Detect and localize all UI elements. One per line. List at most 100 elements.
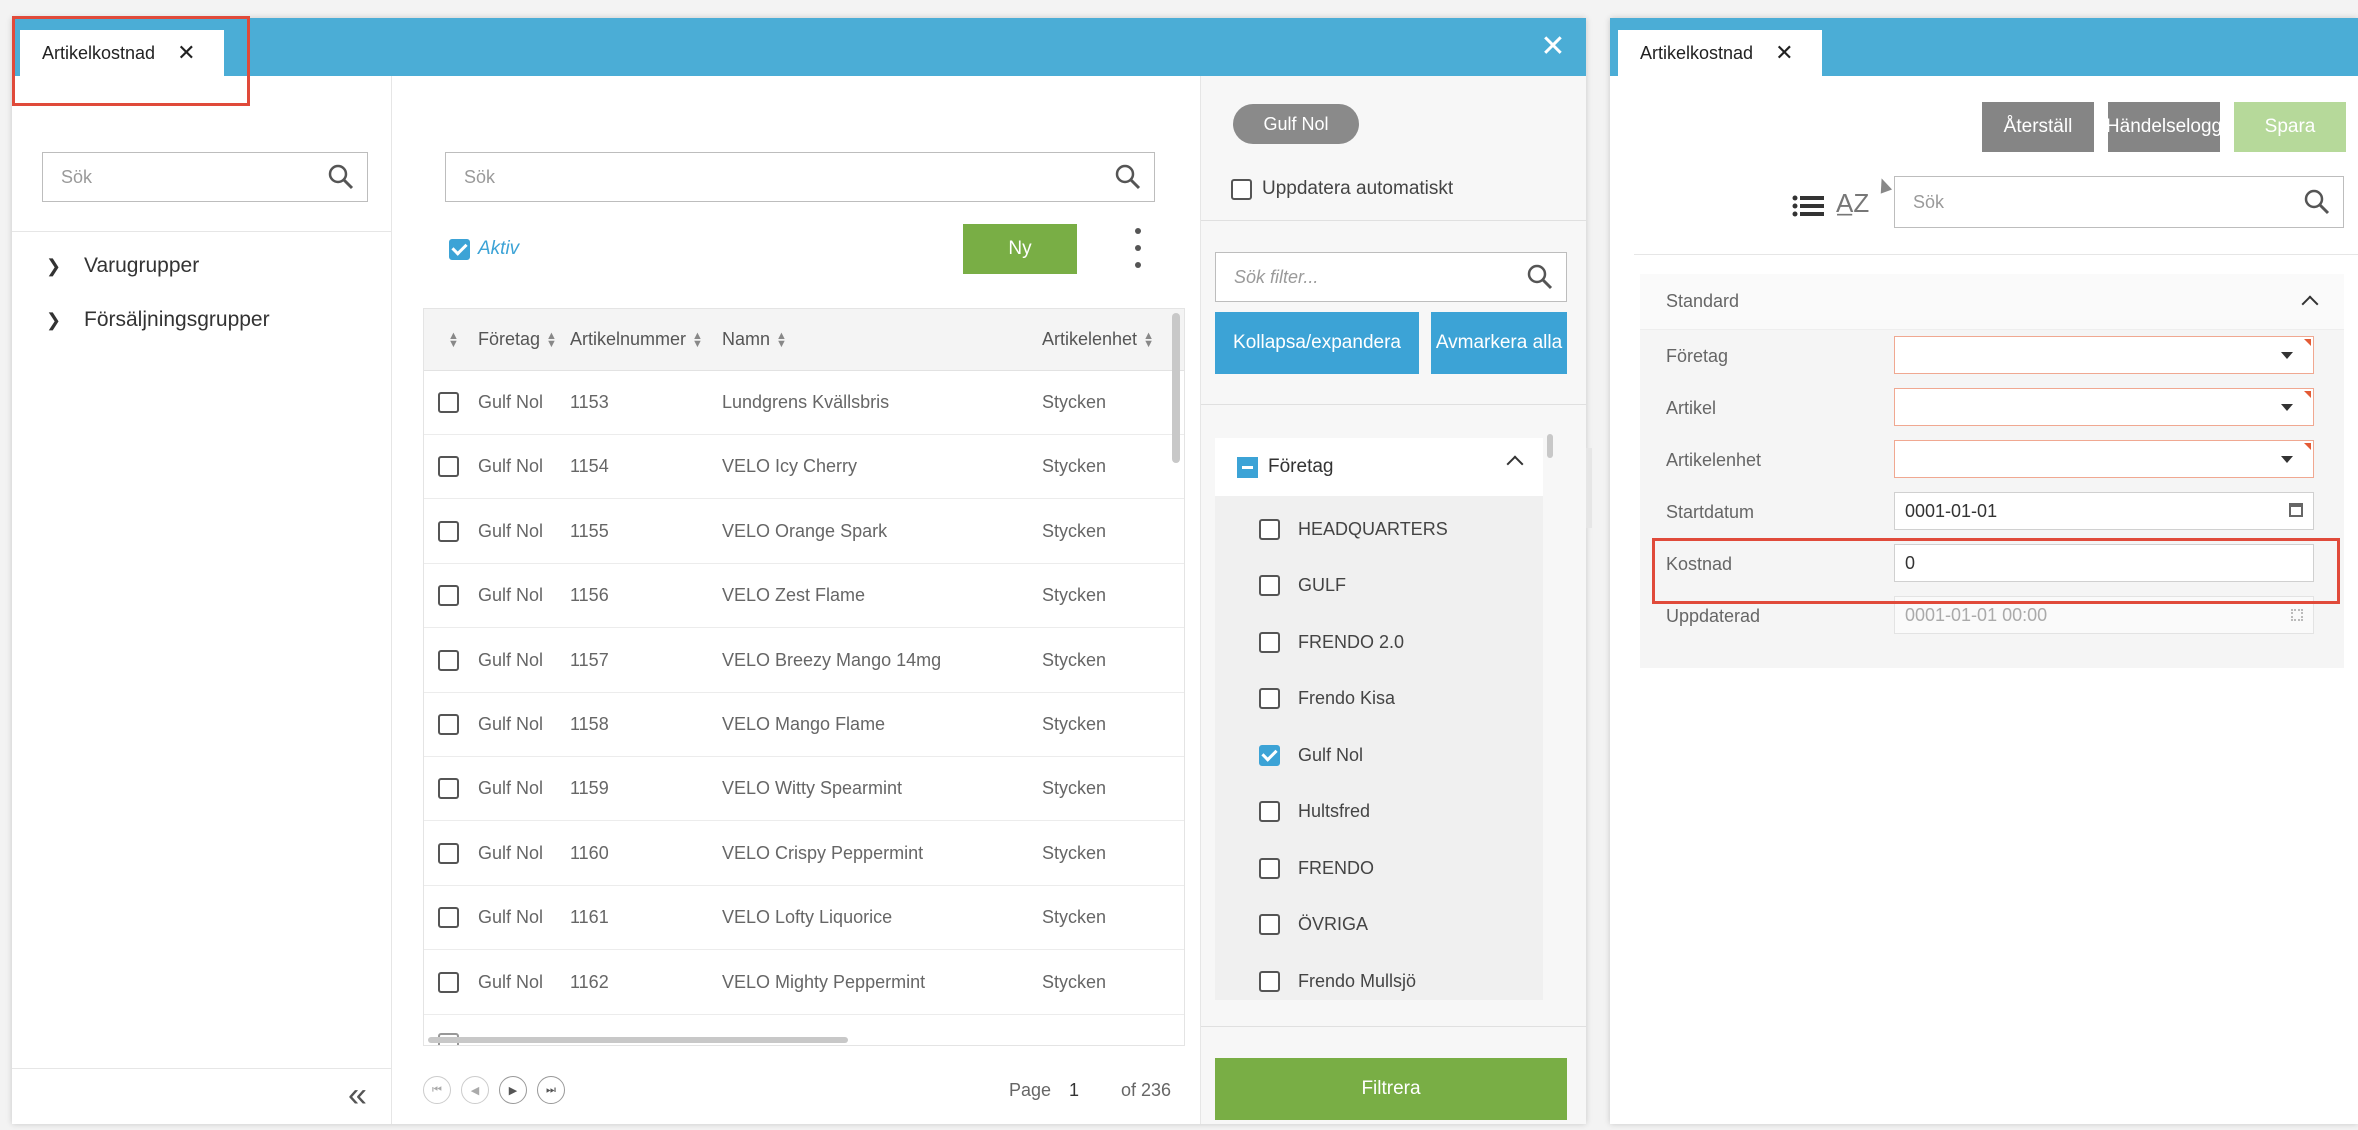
event-log-button[interactable]: Händelselogg xyxy=(2108,102,2220,152)
artikelenhet-select[interactable] xyxy=(1894,440,2314,478)
row-checkbox[interactable] xyxy=(438,907,459,929)
save-button[interactable]: Spara xyxy=(2234,102,2346,152)
row-checkbox[interactable] xyxy=(438,456,459,478)
filter-item-company[interactable]: FRENDO 2.0 xyxy=(1259,627,1404,657)
search-icon[interactable] xyxy=(1114,163,1142,191)
chevron-down-icon[interactable] xyxy=(2281,352,2293,359)
filter-item-company[interactable]: HEADQUARTERS xyxy=(1259,514,1448,544)
next-page-icon[interactable]: ▶ xyxy=(499,1076,527,1104)
aktiv-checkbox[interactable] xyxy=(449,238,470,260)
vertical-scrollbar[interactable] xyxy=(1172,313,1180,463)
row-checkbox[interactable] xyxy=(438,971,459,993)
startdatum-input[interactable]: 0001-01-01 xyxy=(1894,492,2314,530)
company-checkbox[interactable] xyxy=(1259,688,1280,709)
chevron-down-icon[interactable] xyxy=(2281,404,2293,411)
tree-item-varugrupper[interactable]: ❯ Varugrupper xyxy=(46,246,199,286)
list-view-icon[interactable] xyxy=(1792,194,1824,218)
company-checkbox[interactable] xyxy=(1259,801,1280,822)
auto-update-toggle[interactable]: Uppdatera automatiskt xyxy=(1231,178,1453,200)
chevron-down-icon[interactable] xyxy=(2281,456,2293,463)
filter-item-company[interactable]: Frendo Mullsjö xyxy=(1259,966,1416,996)
sort-icon[interactable]: ▲ ▼ xyxy=(448,330,459,349)
tree-search-input[interactable]: Sök xyxy=(42,152,368,202)
sort-icon[interactable]: ▲ ▼ xyxy=(1143,330,1154,349)
sort-az-icon[interactable]: A̲Z xyxy=(1836,188,1869,219)
select-column-header[interactable]: ▲ ▼ xyxy=(442,309,465,370)
filter-item-company[interactable]: FRENDO xyxy=(1259,853,1374,883)
indeterminate-checkbox[interactable] xyxy=(1237,456,1258,478)
filter-scrollbar[interactable] xyxy=(1547,434,1553,458)
row-checkbox[interactable] xyxy=(438,392,459,413)
search-icon[interactable] xyxy=(2303,188,2331,216)
active-filter-chip[interactable]: Gulf Nol xyxy=(1233,104,1359,144)
sort-icon[interactable]: ▲ ▼ xyxy=(692,330,703,349)
search-icon[interactable] xyxy=(327,163,355,191)
filter-item-company[interactable]: ÖVRIGA xyxy=(1259,910,1368,940)
company-checkbox[interactable] xyxy=(1259,857,1280,879)
filter-item-company[interactable]: GULF xyxy=(1259,571,1346,601)
more-options-icon[interactable] xyxy=(1133,228,1143,268)
row-checkbox[interactable] xyxy=(438,714,459,735)
table-row[interactable]: Gulf Nol 1161 VELO Lofty Liquorice Stycken xyxy=(424,886,1184,951)
reset-button[interactable]: Återställ xyxy=(1982,102,2094,152)
row-checkbox[interactable] xyxy=(438,842,459,864)
right-tab[interactable]: Artikelkostnad ✕ xyxy=(1618,30,1822,76)
chevron-up-icon[interactable] xyxy=(2301,295,2319,313)
first-page-icon[interactable]: ⏮ xyxy=(423,1076,451,1104)
new-button[interactable]: Ny xyxy=(963,224,1077,274)
calendar-icon[interactable] xyxy=(2289,503,2303,517)
row-checkbox[interactable] xyxy=(438,778,459,800)
collapse-expand-button[interactable]: Kollapsa/expandera xyxy=(1215,312,1419,374)
table-row[interactable]: Gulf Nol 1162 VELO Mighty Peppermint Stycke… xyxy=(424,951,1184,1015)
uncheck-all-button[interactable]: Avmarkera alla xyxy=(1431,312,1567,374)
artikel-select[interactable] xyxy=(1894,388,2314,426)
sort-icon[interactable]: ▲ ▼ xyxy=(776,330,787,349)
chevron-up-icon[interactable] xyxy=(1506,455,1524,473)
row-checkbox[interactable] xyxy=(438,585,459,607)
row-checkbox[interactable] xyxy=(438,520,459,542)
table-row[interactable]: Gulf Nol 1155 VELO Orange Spark Stycken xyxy=(424,500,1184,564)
table-row[interactable]: Gulf Nol 1160 VELO Crispy Peppermint Stycke… xyxy=(424,822,1184,886)
collapse-panel-icon[interactable]: « xyxy=(348,1076,367,1115)
auto-update-checkbox[interactable] xyxy=(1231,178,1252,200)
search-icon[interactable] xyxy=(1526,263,1554,291)
foretag-select[interactable] xyxy=(1894,336,2314,374)
table-row[interactable]: Gulf Nol 1153 Lundgrens Kvällsbris Stycken xyxy=(424,371,1184,435)
tree-item-forsaljningsgrupper[interactable]: ❯ Försäljningsgrupper xyxy=(46,300,270,340)
filter-search-input[interactable]: Sök filter... xyxy=(1215,252,1567,302)
company-group-header[interactable]: Företag xyxy=(1215,438,1543,496)
row-checkbox[interactable] xyxy=(438,649,459,671)
company-checkbox[interactable] xyxy=(1259,518,1280,540)
column-header-foretag[interactable]: Företag ▲ ▼ xyxy=(478,309,563,370)
chevron-right-icon[interactable]: ❯ xyxy=(46,256,70,277)
column-header-namn[interactable]: Namn ▲ ▼ xyxy=(722,309,793,370)
filter-item-company[interactable]: Gulf Nol xyxy=(1259,740,1363,770)
grid-search-input[interactable]: Sök xyxy=(445,152,1155,202)
table-row[interactable]: Gulf Nol 1158 VELO Mango Flame Stycken xyxy=(424,693,1184,757)
filter-button[interactable]: Filtrera xyxy=(1215,1058,1567,1120)
company-checkbox[interactable] xyxy=(1259,575,1280,596)
column-header-artikelenhet[interactable]: Artikelenhet ▲ ▼ xyxy=(1042,309,1160,370)
splitter-handle[interactable] xyxy=(1586,448,1592,528)
horizontal-scrollbar[interactable] xyxy=(428,1037,848,1043)
section-header[interactable]: Standard xyxy=(1640,274,2344,330)
page-number[interactable]: 1 xyxy=(1069,1080,1079,1101)
last-page-icon[interactable]: ⏭ xyxy=(537,1076,565,1104)
company-checkbox[interactable] xyxy=(1259,744,1280,766)
filter-item-company[interactable]: Frendo Kisa xyxy=(1259,684,1395,714)
table-row[interactable]: Gulf Nol 1159 VELO Witty Spearmint Stycken xyxy=(424,757,1184,822)
table-row[interactable]: Gulf Nol 1154 VELO Icy Cherry Stycken xyxy=(424,435,1184,500)
company-checkbox[interactable] xyxy=(1259,631,1280,653)
table-row[interactable]: Gulf Nol 1156 VELO Zest Flame Stycken xyxy=(424,564,1184,629)
company-checkbox[interactable] xyxy=(1259,914,1280,935)
filter-item-company[interactable]: Hultsfred xyxy=(1259,797,1370,827)
table-row[interactable]: Gulf Nol 1157 VELO Breezy Mango 14mg Stycke… xyxy=(424,629,1184,693)
company-checkbox[interactable] xyxy=(1259,970,1280,992)
right-search-input[interactable]: Sök xyxy=(1894,176,2344,228)
tab-close-icon[interactable]: ✕ xyxy=(1775,40,1793,66)
prev-page-icon[interactable]: ◀ xyxy=(461,1076,489,1104)
chevron-right-icon[interactable]: ❯ xyxy=(46,310,70,331)
column-header-artikelnummer[interactable]: Artikelnummer ▲ ▼ xyxy=(570,309,709,370)
sort-icon[interactable]: ▲ ▼ xyxy=(546,330,557,349)
window-close-icon[interactable]: ✕ xyxy=(1538,32,1568,62)
